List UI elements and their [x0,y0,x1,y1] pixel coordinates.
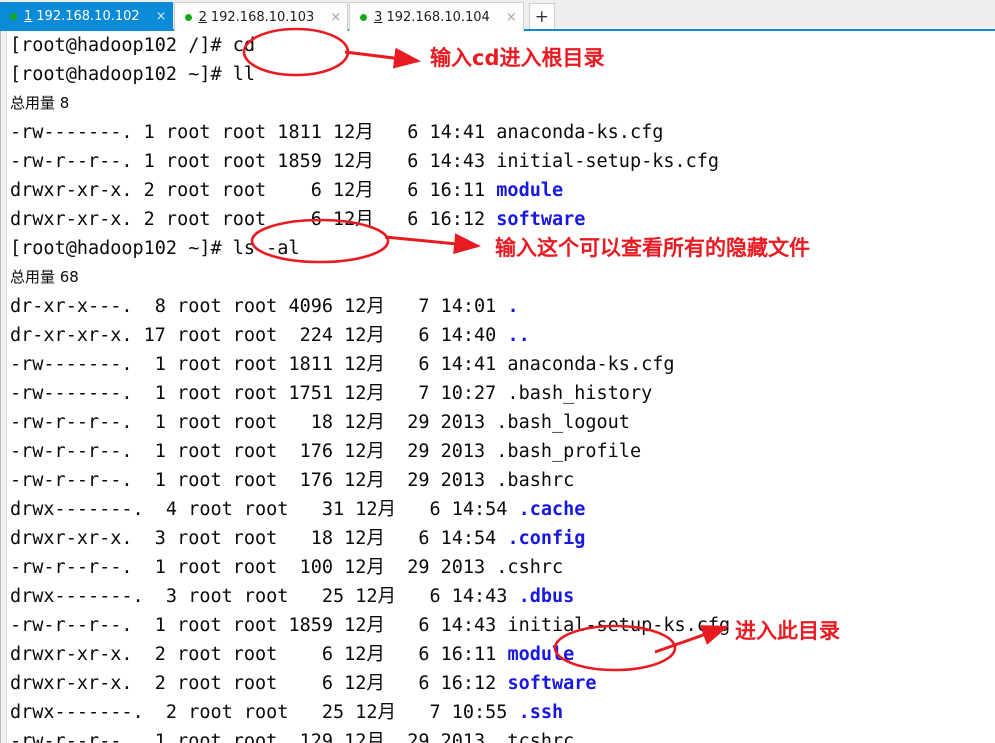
terminal-line: drwxr-xr-x. 2 root root 6 12月 6 16:12 so… [10,673,597,694]
directory-name: .cache [518,499,586,520]
tab-index: 2 [198,9,207,25]
directory-name: software [496,209,586,230]
terminal-line: drwx-------. 3 root root 25 12月 6 14:43 … [10,586,575,607]
terminal-line: drwxr-xr-x. 2 root root 6 12月 6 16:12 so… [10,209,586,230]
connection-status-dot-icon [10,13,17,20]
terminal-line: -rw-------. 1 root root 1811 12月 6 14:41… [10,354,675,375]
terminal-line: [root@hadoop102 /]# cd [10,35,256,56]
terminal-line: dr-xr-xr-x. 17 root root 224 12月 6 14:40… [10,325,530,346]
terminal-line: 总用量 68 [10,268,79,286]
terminal-line: drwxr-xr-x. 2 root root 6 12月 6 16:11 mo… [10,644,575,665]
tab-index: 3 [374,9,383,25]
tab-host-label: 192.168.10.102 [36,9,140,24]
tab-host-label: 192.168.10.103 [210,9,315,25]
terminal-line: -rw-r--r--. 1 root root 18 12月 29 2013 .… [10,412,630,433]
directory-name: .ssh [518,702,564,723]
terminal-line: drwx-------. 4 root root 31 12月 6 14:54 … [10,499,586,520]
terminal-line: [root@hadoop102 ~]# ls -al [10,238,300,259]
directory-name: .config [507,528,586,549]
connection-status-dot-icon [360,13,368,21]
directory-name: module [507,644,575,665]
tab-192-168-10-103[interactable]: 2 192.168.10.103 × [173,2,349,31]
terminal-line: drwxr-xr-x. 3 root root 18 12月 6 14:54 .… [10,528,586,549]
terminal-line: [root@hadoop102 ~]# ll [10,64,256,85]
close-icon[interactable]: × [506,11,517,24]
terminal-left-gutter [1,31,7,743]
tab-bar: 1 192.168.10.102 × 2 192.168.10.103 × 3 … [0,0,995,31]
tab-192-168-10-104[interactable]: 3 192.168.10.104 × [349,2,524,31]
terminal-line: drwxr-xr-x. 2 root root 6 12月 6 16:11 mo… [10,180,564,201]
tab-index: 1 [24,9,33,24]
close-icon[interactable]: × [156,10,167,23]
terminal-line: -rw-------. 1 root root 1811 12月 6 14:41… [10,122,664,143]
tab-192-168-10-102[interactable]: 1 192.168.10.102 × [0,2,173,31]
directory-name: .dbus [518,586,575,607]
terminal-output-pane[interactable]: [root@hadoop102 /]# cd [root@hadoop102 ~]… [0,31,995,743]
terminal-line: -rw-r--r--. 1 root root 176 12月 29 2013 … [10,441,642,462]
directory-name: .. [507,325,530,346]
terminal-line: -rw-r--r--. 1 root root 1859 12月 6 14:43… [10,151,720,172]
terminal-line: -rw-r--r--. 1 root root 176 12月 29 2013 … [10,470,575,491]
terminal-line: drwx-------. 2 root root 25 12月 7 10:55 … [10,702,564,723]
terminal-line: -rw-r--r--. 1 root root 1859 12月 6 14:43… [10,615,731,636]
connection-status-dot-icon [184,13,192,21]
terminal-line: dr-xr-x---. 8 root root 4096 12月 7 14:01… [10,296,519,317]
terminal-lines: [root@hadoop102 /]# cd [root@hadoop102 ~]… [10,31,730,743]
close-icon[interactable]: × [330,11,341,24]
terminal-line: -rw-------. 1 root root 1751 12月 7 10:27… [10,383,653,404]
directory-name: module [496,180,564,201]
directory-name: . [507,296,519,317]
directory-name: software [507,673,597,694]
terminal-line: -rw-r--r--. 1 root root 129 12月 29 2013 … [10,731,575,743]
terminal-line: -rw-r--r--. 1 root root 100 12月 29 2013 … [10,557,564,578]
new-tab-button[interactable]: + [528,3,555,30]
terminal-line: 总用量 8 [10,94,70,112]
tab-host-label: 192.168.10.104 [386,9,490,25]
